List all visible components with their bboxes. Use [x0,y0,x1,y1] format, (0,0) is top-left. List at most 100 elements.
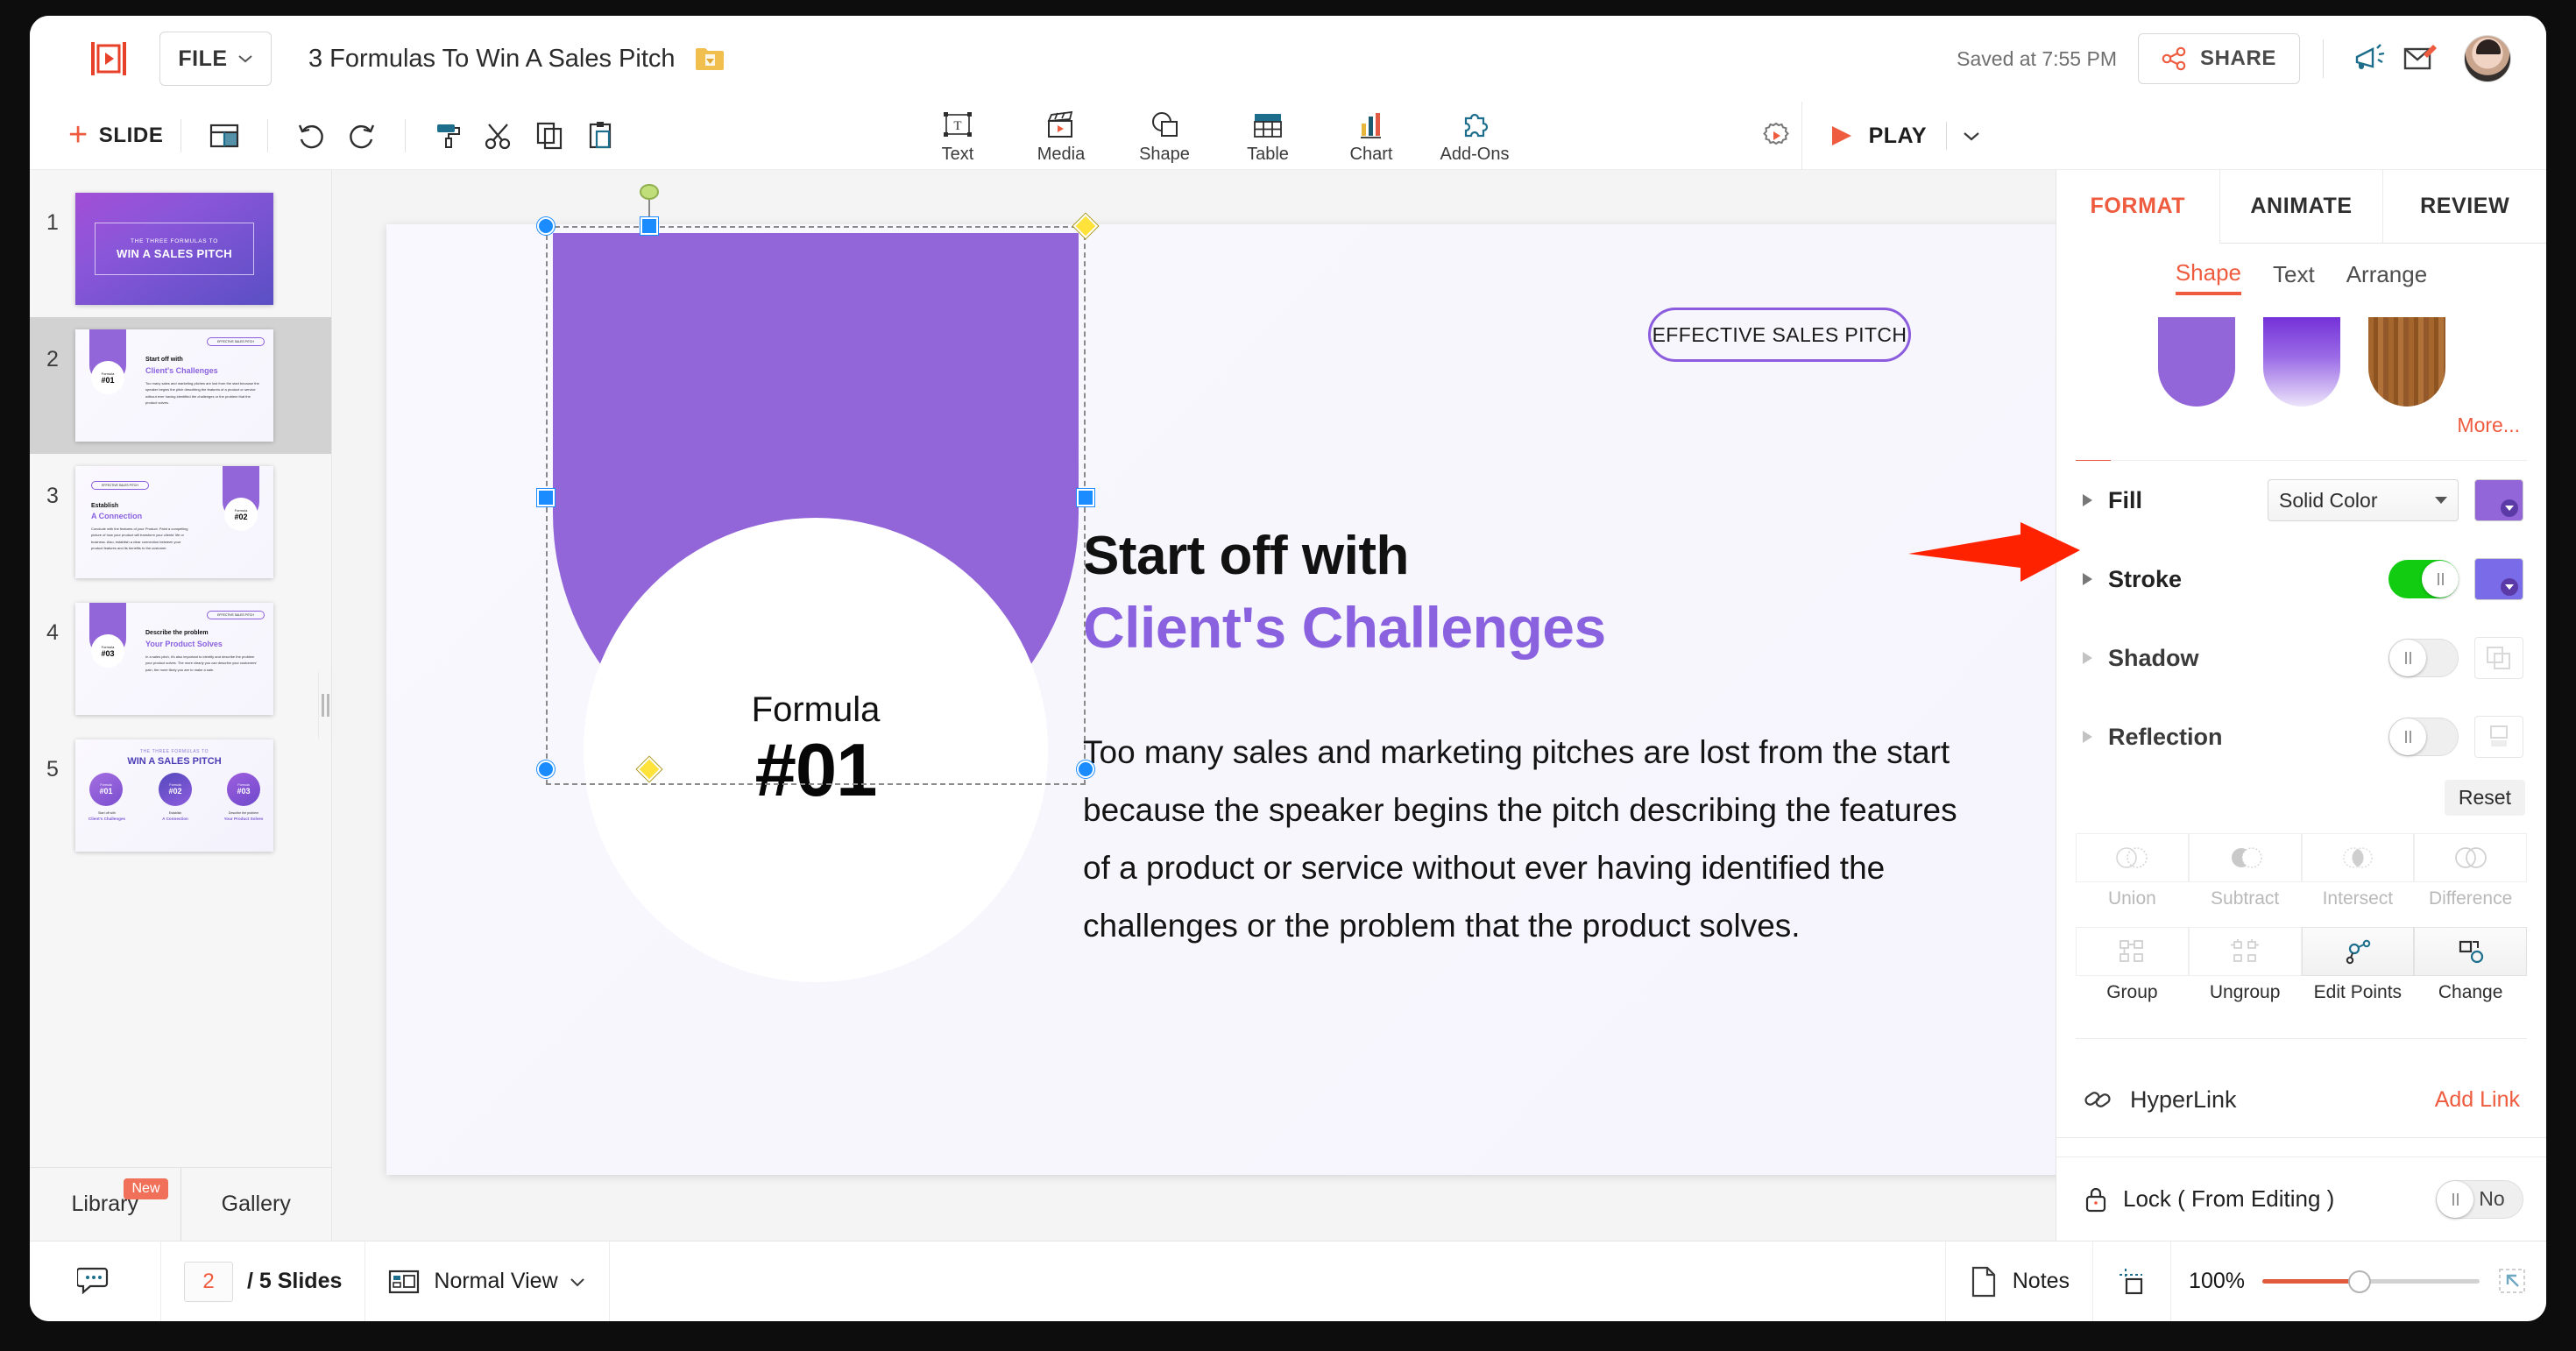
list-item[interactable]: 2 Formula #01 EFFECTIVE SALES PITCH Star… [30,317,331,454]
slide-body-text[interactable]: Too many sales and marketing pitches are… [1083,724,1959,954]
shadow-toggle[interactable] [2388,639,2459,677]
wood-texture-preset[interactable] [2368,317,2445,407]
play-button[interactable]: PLAY [1801,102,2003,170]
share-button[interactable]: SHARE [2138,33,2300,84]
current-page-input[interactable]: 2 [184,1262,233,1302]
expand-caret-icon[interactable] [2083,731,2092,743]
comment-button[interactable] [30,1241,161,1321]
notes-button[interactable]: Notes [1946,1241,2093,1321]
edit-points-button[interactable] [2302,927,2415,976]
fill-type-select[interactable]: Solid Color [2268,479,2459,521]
intersect-button[interactable] [2302,833,2415,882]
panel-resize-handle[interactable] [318,672,332,739]
play-chevron-down-icon[interactable] [1961,129,1982,143]
slides-list[interactable]: 1 THE THREE FORMULAS TO WIN A SALES PITC… [30,170,331,1167]
insert-shape-button[interactable]: Shape [1113,102,1216,170]
change-shape-button[interactable] [2414,927,2527,976]
stroke-toggle[interactable] [2388,560,2459,598]
expand-caret-icon[interactable] [2083,652,2092,664]
slide-thumbnail-2[interactable]: Formula #01 EFFECTIVE SALES PITCH Start … [75,329,273,442]
expand-caret-icon[interactable] [2083,494,2092,506]
slide-heading-line1[interactable]: Start off with [1083,525,1409,587]
slide-editor-surface[interactable]: EFFECTIVE SALES PITCH Start off with Cli… [386,224,2077,1175]
thumb-heading2: Client's Challenges [145,366,218,375]
difference-button[interactable] [2414,833,2527,882]
ungroup-button[interactable] [2189,927,2302,976]
scissors-icon[interactable] [474,110,525,161]
view-mode-selector[interactable]: Normal View [365,1241,609,1321]
top-bar-right-group: Saved at 7:55 PM SHARE [1957,16,2511,102]
avatar[interactable] [2464,35,2511,82]
thumb-badge: EFFECTIVE SALES PITCH [91,481,149,490]
slide-thumbnail-1[interactable]: THE THREE FORMULAS TO WIN A SALES PITCH [75,193,273,305]
file-menu-button[interactable]: FILE [159,32,272,86]
insert-media-button[interactable]: Media [1009,102,1113,170]
copy-icon[interactable] [525,110,576,161]
slide-number: 4 [30,603,75,646]
tab-gallery[interactable]: Gallery [180,1168,332,1241]
resize-handle-icon[interactable] [537,489,555,506]
reflection-toggle[interactable] [2388,718,2459,756]
insert-chart-label: Chart [1350,145,1393,165]
slide-canvas-area[interactable]: EFFECTIVE SALES PITCH Start off with Cli… [332,170,2056,1241]
shadow-preview-swatch[interactable] [2474,637,2523,679]
add-slide-button[interactable]: + SLIDE [68,124,163,148]
group-button[interactable] [2076,927,2189,976]
sub-tab-shape[interactable]: Shape [2176,259,2241,295]
slide-thumbnail-5[interactable]: THE THREE FORMULAS TO WIN A SALES PITCH … [75,739,273,852]
tab-review[interactable]: REVIEW [2382,170,2546,244]
lock-toggle[interactable]: No [2436,1180,2523,1219]
reflection-label: Reflection [2108,724,2388,751]
slide-layout-icon[interactable] [199,110,250,161]
gradient-purple-preset[interactable] [2263,317,2340,407]
thumb-circle-sub1: Describe the problem [218,811,269,815]
more-presets-link[interactable]: More... [2056,414,2546,437]
list-item[interactable]: 3 Formula #02 EFFECTIVE SALES PITCH Esta… [30,454,331,591]
slide-heading-line2[interactable]: Client's Challenges [1083,594,1606,661]
expand-icon[interactable] [2497,1267,2529,1297]
tab-format[interactable]: FORMAT [2056,170,2219,244]
fit-to-screen-button[interactable] [2093,1241,2171,1321]
tab-format-label: FORMAT [2091,194,2186,219]
union-button[interactable] [2076,833,2189,882]
redo-icon[interactable] [336,110,387,161]
tab-library[interactable]: Library New [30,1168,180,1241]
add-link-button[interactable]: Add Link [2435,1087,2520,1113]
folder-download-icon[interactable] [695,46,725,72]
insert-table-button[interactable]: Table [1216,102,1320,170]
solid-purple-preset[interactable] [2158,317,2235,407]
tab-animate[interactable]: ANIMATE [2219,170,2383,244]
reset-button[interactable]: Reset [2445,780,2525,816]
file-menu-label: FILE [178,46,227,72]
corner-handle-icon[interactable] [1077,760,1094,778]
corner-handle-icon[interactable] [537,760,555,778]
sub-tab-arrange[interactable]: Arrange [2346,261,2428,294]
insert-addons-button[interactable]: Add-Ons [1423,102,1526,170]
list-item[interactable]: 1 THE THREE FORMULAS TO WIN A SALES PITC… [30,180,331,317]
presentation-logo-icon[interactable] [84,35,133,82]
fill-color-swatch[interactable] [2474,479,2523,521]
rotate-handle-icon[interactable] [640,184,659,200]
reflection-preview-swatch[interactable] [2474,716,2523,758]
slide-badge[interactable]: EFFECTIVE SALES PITCH [1648,308,1911,362]
stroke-color-swatch[interactable] [2474,558,2523,600]
slide-thumbnail-3[interactable]: Formula #02 EFFECTIVE SALES PITCH Establ… [75,466,273,578]
gear-play-icon[interactable] [1751,110,1801,161]
format-painter-icon[interactable] [423,110,474,161]
insert-text-button[interactable]: T Text [906,102,1009,170]
resize-handle-icon[interactable] [1077,489,1094,506]
resize-handle-icon[interactable] [640,217,658,235]
document-title[interactable]: 3 Formulas To Win A Sales Pitch [308,45,676,74]
corner-handle-icon[interactable] [537,217,555,235]
undo-icon[interactable] [286,110,336,161]
slide-thumbnail-4[interactable]: Formula #03 EFFECTIVE SALES PITCH Descri… [75,603,273,715]
zoom-slider[interactable] [2262,1279,2480,1284]
insert-chart-button[interactable]: Chart [1320,102,1423,170]
list-item[interactable]: 4 Formula #03 EFFECTIVE SALES PITCH Desc… [30,591,331,727]
megaphone-icon[interactable] [2346,34,2396,83]
subtract-button[interactable] [2189,833,2302,882]
paste-icon[interactable] [576,110,626,161]
list-item[interactable]: 5 THE THREE FORMULAS TO WIN A SALES PITC… [30,727,331,864]
sub-tab-text[interactable]: Text [2273,261,2315,294]
edit-mail-icon[interactable] [2396,34,2445,83]
